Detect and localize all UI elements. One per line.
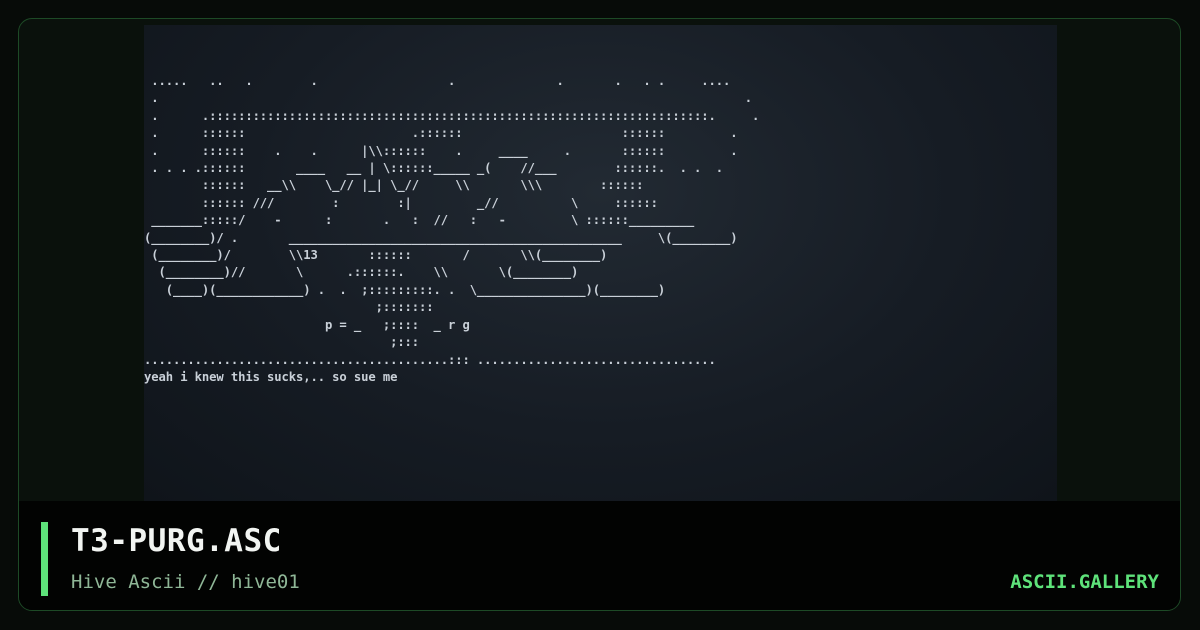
accent-bar — [41, 522, 48, 596]
ascii-art: ..... .. . . . . . . . .... . . . .:::::… — [144, 74, 760, 384]
site-brand: ASCII.GALLERY — [1010, 571, 1159, 593]
group-subtitle: Hive Ascii // hive01 — [71, 571, 300, 593]
ascii-art-preview: ..... .. . . . . . . . .... . . . .:::::… — [144, 25, 1057, 501]
file-title: T3-PURG.ASC — [71, 523, 282, 559]
gallery-card: ..... .. . . . . . . . .... . . . .:::::… — [18, 18, 1181, 611]
card-footer: T3-PURG.ASC Hive Ascii // hive01 ASCII.G… — [19, 501, 1180, 610]
